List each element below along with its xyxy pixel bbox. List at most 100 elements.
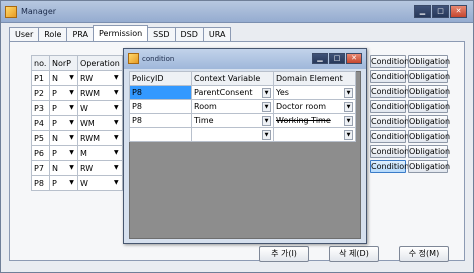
minimize-icon[interactable]: ▁: [414, 5, 431, 18]
table-row[interactable]: P8 Time ▼ Working Time ▼: [129, 113, 356, 128]
operation-select[interactable]: RW ▼: [77, 160, 123, 176]
table-row[interactable]: P4 P ▼ WM ▼: [31, 115, 123, 131]
obligation-button[interactable]: Obligation: [408, 100, 450, 113]
dialog-title-bar[interactable]: condition ▁ □ ✕: [124, 49, 366, 69]
cell-no[interactable]: P3: [31, 100, 50, 116]
obligation-button[interactable]: Obligation: [408, 115, 450, 128]
col-header-norp[interactable]: NorP: [49, 55, 78, 71]
table-row-new[interactable]: ▼ ▼: [129, 127, 356, 142]
add-button[interactable]: 추 가(I): [259, 246, 309, 262]
policy-id-cell[interactable]: P8: [129, 85, 192, 100]
condition-button[interactable]: Condition: [370, 130, 409, 143]
cell-no[interactable]: P8: [31, 175, 50, 191]
chevron-down-icon[interactable]: ▼: [262, 115, 271, 126]
context-variable-select[interactable]: Time ▼: [191, 113, 274, 128]
chevron-down-icon[interactable]: ▼: [262, 129, 271, 140]
domain-element-select[interactable]: Yes ▼: [273, 85, 356, 100]
cell-no[interactable]: P4: [31, 115, 50, 131]
obligation-button[interactable]: Obligation: [408, 160, 450, 173]
tab-dsd[interactable]: DSD: [174, 27, 204, 41]
tab-user[interactable]: User: [9, 27, 40, 41]
chevron-down-icon[interactable]: ▼: [262, 87, 271, 98]
context-variable-select[interactable]: ParentConsent ▼: [191, 85, 274, 100]
condition-button[interactable]: Condition: [370, 100, 409, 113]
chevron-down-icon[interactable]: ▼: [68, 104, 75, 111]
policy-id-cell[interactable]: P8: [129, 99, 192, 114]
cell-no[interactable]: P1: [31, 70, 50, 86]
chevron-down-icon[interactable]: ▼: [344, 87, 353, 98]
maximize-icon[interactable]: □: [329, 53, 345, 64]
minimize-icon[interactable]: ▁: [312, 53, 328, 64]
chevron-down-icon[interactable]: ▼: [68, 89, 75, 96]
tab-role[interactable]: Role: [38, 27, 68, 41]
chevron-down-icon[interactable]: ▼: [68, 119, 75, 126]
col-header-operation[interactable]: Operation: [77, 55, 123, 71]
norp-select[interactable]: P ▼: [49, 85, 78, 101]
col-header-policy-id[interactable]: PolicyID: [129, 71, 192, 86]
close-icon[interactable]: ✕: [346, 53, 362, 64]
domain-element-select[interactable]: Doctor room ▼: [273, 99, 356, 114]
chevron-down-icon[interactable]: ▼: [113, 164, 120, 171]
table-row[interactable]: P3 P ▼ W ▼: [31, 100, 123, 116]
cell-no[interactable]: P5: [31, 130, 50, 146]
table-row[interactable]: P8 Room ▼ Doctor room ▼: [129, 99, 356, 114]
obligation-button[interactable]: Obligation: [408, 55, 450, 68]
chevron-down-icon[interactable]: ▼: [113, 179, 120, 186]
chevron-down-icon[interactable]: ▼: [68, 179, 75, 186]
chevron-down-icon[interactable]: ▼: [113, 119, 120, 126]
norp-select[interactable]: P ▼: [49, 100, 78, 116]
chevron-down-icon[interactable]: ▼: [113, 134, 120, 141]
chevron-down-icon[interactable]: ▼: [262, 101, 271, 112]
table-row[interactable]: P7 N ▼ RW ▼: [31, 160, 123, 176]
condition-button[interactable]: Condition: [370, 85, 409, 98]
table-row[interactable]: P2 P ▼ RWM ▼: [31, 85, 123, 101]
domain-element-select[interactable]: Working Time ▼: [273, 113, 356, 128]
condition-button-selected[interactable]: Condition: [370, 160, 409, 173]
norp-select[interactable]: N ▼: [49, 130, 78, 146]
table-row[interactable]: P6 P ▼ M ▼: [31, 145, 123, 161]
operation-select[interactable]: RWM ▼: [77, 130, 123, 146]
maximize-icon[interactable]: □: [432, 5, 449, 18]
cell-no[interactable]: P7: [31, 160, 50, 176]
chevron-down-icon[interactable]: ▼: [68, 164, 75, 171]
obligation-button[interactable]: Obligation: [408, 70, 450, 83]
norp-select[interactable]: P ▼: [49, 175, 78, 191]
obligation-button[interactable]: Obligation: [408, 85, 450, 98]
title-bar[interactable]: Manager ▁ □ ✕: [1, 1, 473, 23]
delete-button[interactable]: 삭 제(D): [329, 246, 379, 262]
chevron-down-icon[interactable]: ▼: [113, 104, 120, 111]
obligation-button[interactable]: Obligation: [408, 130, 450, 143]
operation-select[interactable]: M ▼: [77, 145, 123, 161]
norp-select[interactable]: N ▼: [49, 160, 78, 176]
condition-button[interactable]: Condition: [370, 115, 409, 128]
col-header-no[interactable]: no.: [31, 55, 50, 71]
chevron-down-icon[interactable]: ▼: [113, 74, 120, 81]
col-header-context-variable[interactable]: Context Variable: [191, 71, 274, 86]
chevron-down-icon[interactable]: ▼: [113, 89, 120, 96]
chevron-down-icon[interactable]: ▼: [68, 74, 75, 81]
chevron-down-icon[interactable]: ▼: [344, 115, 353, 126]
operation-select[interactable]: RW ▼: [77, 70, 123, 86]
cell-no[interactable]: P2: [31, 85, 50, 101]
norp-select[interactable]: P ▼: [49, 145, 78, 161]
policy-id-cell[interactable]: [129, 127, 192, 142]
cell-no[interactable]: P6: [31, 145, 50, 161]
table-row[interactable]: P1 N ▼ RW ▼: [31, 70, 123, 86]
operation-select[interactable]: W ▼: [77, 100, 123, 116]
tab-ura[interactable]: URA: [202, 27, 232, 41]
norp-select[interactable]: N ▼: [49, 70, 78, 86]
tab-ssd[interactable]: SSD: [147, 27, 176, 41]
context-variable-select[interactable]: ▼: [191, 127, 274, 142]
operation-select[interactable]: WM ▼: [77, 115, 123, 131]
operation-select[interactable]: RWM ▼: [77, 85, 123, 101]
policy-id-cell[interactable]: P8: [129, 113, 192, 128]
tab-permission[interactable]: Permission: [93, 25, 149, 41]
obligation-button[interactable]: Obligation: [408, 145, 450, 158]
operation-select[interactable]: W ▼: [77, 175, 123, 191]
norp-select[interactable]: P ▼: [49, 115, 78, 131]
tab-pra[interactable]: PRA: [66, 27, 95, 41]
edit-button[interactable]: 수 정(M): [399, 246, 449, 262]
table-row[interactable]: P8 ParentConsent ▼ Yes ▼: [129, 85, 356, 100]
context-variable-select[interactable]: Room ▼: [191, 99, 274, 114]
col-header-domain-element[interactable]: Domain Element: [273, 71, 356, 86]
